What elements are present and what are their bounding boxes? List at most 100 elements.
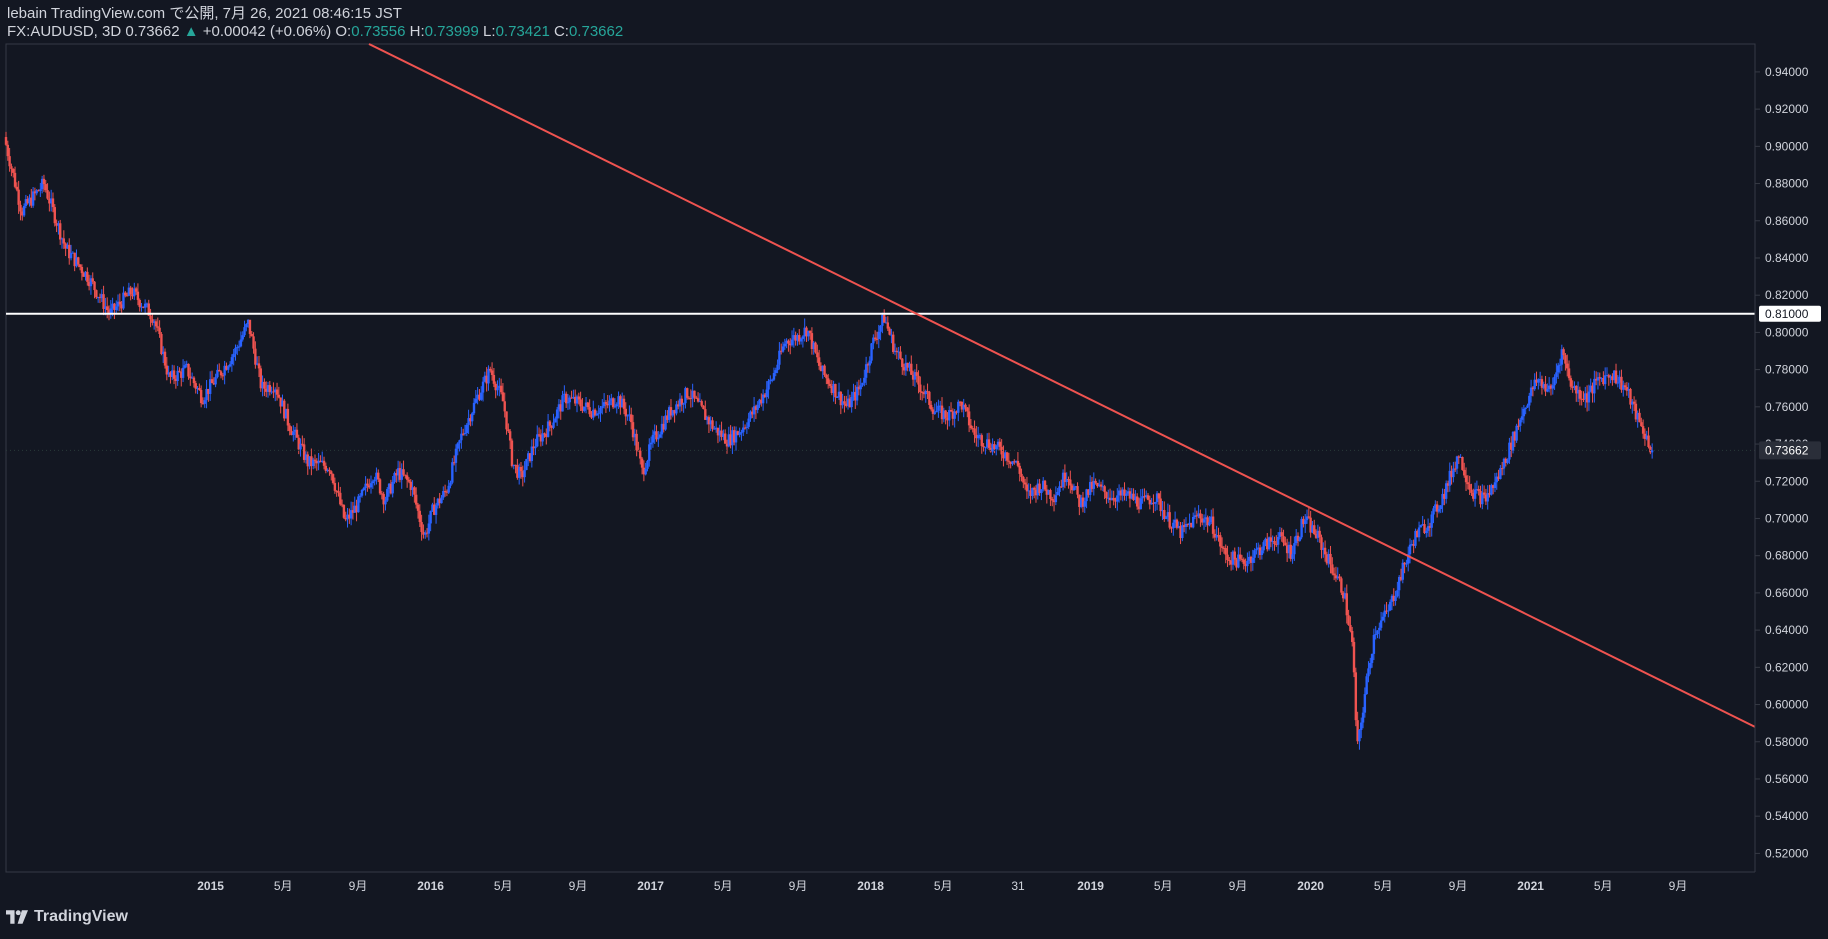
- candle: [1461, 456, 1464, 471]
- candle-body: [1291, 554, 1294, 559]
- candle-body: [1432, 508, 1435, 515]
- candle-body: [886, 322, 890, 329]
- candle-body: [472, 402, 476, 414]
- candle-body: [1470, 489, 1473, 493]
- candle-body: [1641, 426, 1645, 434]
- candle: [1358, 728, 1361, 750]
- candle-body: [1181, 525, 1184, 539]
- candle-body: [366, 483, 369, 486]
- candle-body: [149, 315, 152, 320]
- candle-body: [949, 410, 953, 412]
- candle-body: [700, 401, 703, 406]
- candle-body: [172, 370, 176, 379]
- candle-body: [237, 346, 241, 348]
- candle-body: [1255, 548, 1258, 551]
- candle: [181, 359, 185, 383]
- candle-body: [1168, 512, 1171, 528]
- candle-body: [686, 388, 689, 398]
- candle-body: [1365, 676, 1368, 695]
- candle-body: [834, 383, 837, 398]
- candle: [366, 478, 369, 492]
- candle: [335, 490, 338, 497]
- candle: [1191, 512, 1195, 529]
- candle-body: [1018, 465, 1021, 474]
- candle: [564, 391, 568, 409]
- candle-body: [194, 383, 197, 389]
- candle: [53, 204, 56, 227]
- price-axis[interactable]: 0.94000 0.92000 0.90000 0.88000 0.86000 0.840…: [1754, 44, 1828, 902]
- candle-body: [44, 184, 47, 191]
- candle-body: [12, 168, 15, 173]
- candle-body: [17, 189, 20, 205]
- candle: [460, 426, 463, 449]
- candle-body: [176, 370, 179, 381]
- candle-body: [564, 393, 568, 404]
- candle: [1593, 370, 1596, 403]
- candle-body: [8, 156, 11, 167]
- candle: [1143, 488, 1146, 502]
- candle-body: [1360, 722, 1363, 731]
- candle-body: [640, 458, 644, 468]
- candle: [962, 398, 965, 418]
- candle: [1054, 486, 1058, 506]
- candle: [1309, 510, 1312, 538]
- candle-body: [1331, 564, 1334, 574]
- candle: [102, 285, 105, 316]
- candle-body: [510, 440, 514, 467]
- candle-body: [456, 443, 459, 449]
- candle: [1614, 363, 1618, 385]
- candle-body: [239, 339, 243, 347]
- candle-body: [1520, 416, 1524, 420]
- candle-body: [1363, 694, 1367, 713]
- candle-body: [463, 432, 467, 434]
- candle-body: [1072, 487, 1076, 491]
- candle: [1215, 525, 1218, 541]
- price-chart[interactable]: 0.94000 0.92000 0.90000 0.88000 0.86000 0.840…: [0, 0, 1828, 939]
- candle-body: [917, 375, 920, 385]
- candle-body: [1007, 460, 1011, 462]
- candle-body: [1040, 489, 1043, 494]
- candle-body: [1005, 452, 1009, 461]
- candle-body: [160, 334, 163, 355]
- candle-body: [1076, 486, 1079, 495]
- candle-body: [817, 357, 821, 366]
- candle-body: [1273, 540, 1276, 545]
- candle-body: [95, 290, 98, 298]
- candle-body: [1157, 493, 1161, 499]
- candle: [1625, 382, 1629, 396]
- candle: [434, 502, 438, 524]
- candle-body: [682, 403, 685, 405]
- candle-body: [1022, 476, 1025, 483]
- candle-body: [1020, 473, 1023, 477]
- candle-body: [966, 407, 969, 412]
- candle: [1596, 372, 1600, 390]
- candle: [1168, 504, 1171, 530]
- candle: [198, 383, 201, 391]
- candle: [536, 425, 539, 448]
- candle: [944, 409, 947, 425]
- candle-body: [420, 522, 423, 533]
- candle-body: [1378, 627, 1381, 631]
- candle-body: [1562, 349, 1565, 356]
- candle: [1181, 521, 1184, 542]
- candle-body: [588, 407, 591, 415]
- candle-body: [386, 489, 389, 501]
- candle: [208, 371, 212, 401]
- candle-body: [756, 404, 759, 410]
- candle-body: [1603, 375, 1607, 385]
- candle-body: [416, 504, 420, 511]
- candle-body: [1069, 479, 1072, 486]
- x-tick-label: 5月: [274, 879, 293, 893]
- candle-body: [1199, 513, 1202, 519]
- candle-body: [1172, 522, 1175, 529]
- candle-body: [1632, 401, 1636, 404]
- candle-body: [337, 491, 340, 493]
- y-tick-label: 0.68000: [1765, 549, 1809, 563]
- candle: [243, 320, 246, 338]
- candle: [1578, 386, 1582, 406]
- candle-body: [888, 328, 891, 335]
- candle-body: [154, 321, 158, 327]
- time-axis[interactable]: 2015 5月 9月 2016 5月 9月 2017 5月 9月 2018 5月 31 2019 5月 9月…: [6, 871, 1755, 893]
- candle-body: [1051, 498, 1054, 501]
- candle-body: [1159, 498, 1162, 512]
